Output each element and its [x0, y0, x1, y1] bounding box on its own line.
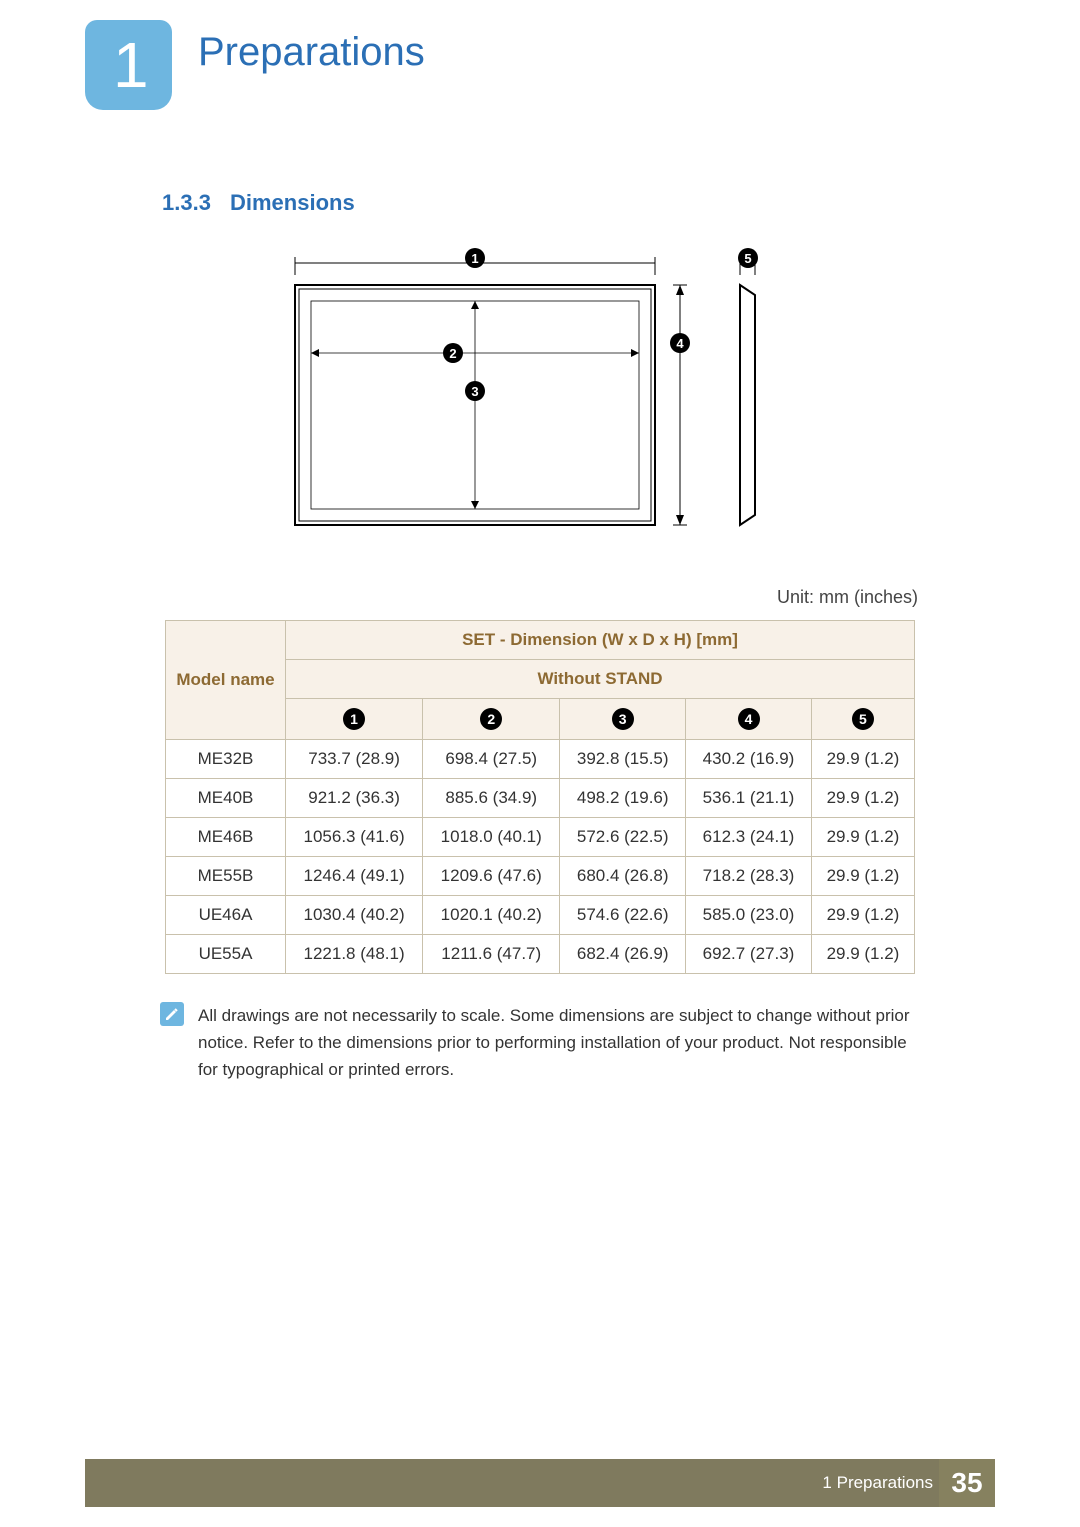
- table-cell: 698.4 (27.5): [423, 740, 560, 779]
- diagram-marker-5: 5: [738, 248, 758, 268]
- table-cell: 692.7 (27.3): [686, 935, 812, 974]
- footer-bar: 1 Preparations 35: [85, 1459, 995, 1507]
- table-cell: 29.9 (1.2): [811, 935, 914, 974]
- th-col-1: 1: [286, 699, 423, 740]
- note-pencil-icon: [160, 1002, 184, 1026]
- table-cell: ME55B: [166, 857, 286, 896]
- table-cell: 1209.6 (47.6): [423, 857, 560, 896]
- table-cell: 498.2 (19.6): [560, 779, 686, 818]
- diagram-marker-2: 2: [443, 343, 463, 363]
- table-cell: 29.9 (1.2): [811, 857, 914, 896]
- table-cell: ME40B: [166, 779, 286, 818]
- table-cell: 612.3 (24.1): [686, 818, 812, 857]
- table-cell: 682.4 (26.9): [560, 935, 686, 974]
- diagram-marker-1: 1: [465, 248, 485, 268]
- table-cell: 430.2 (16.9): [686, 740, 812, 779]
- table-cell: 1020.1 (40.2): [423, 896, 560, 935]
- table-body: ME32B733.7 (28.9)698.4 (27.5)392.8 (15.5…: [166, 740, 915, 974]
- table-cell: 29.9 (1.2): [811, 896, 914, 935]
- table-cell: 392.8 (15.5): [560, 740, 686, 779]
- svg-text:3: 3: [471, 384, 478, 399]
- table-cell: UE46A: [166, 896, 286, 935]
- dimensions-table: Model name SET - Dimension (W x D x H) […: [165, 620, 915, 974]
- subsection-number: 1.3.3: [162, 190, 211, 216]
- chapter-number: 1: [113, 28, 149, 102]
- svg-text:2: 2: [449, 346, 456, 361]
- chapter-title: Preparations: [198, 30, 425, 75]
- th-without-stand: Without STAND: [286, 660, 915, 699]
- th-col-4: 4: [686, 699, 812, 740]
- table-cell: 1221.8 (48.1): [286, 935, 423, 974]
- table-cell: 885.6 (34.9): [423, 779, 560, 818]
- svg-text:5: 5: [744, 251, 751, 266]
- table-cell: 1056.3 (41.6): [286, 818, 423, 857]
- table-cell: 1211.6 (47.7): [423, 935, 560, 974]
- diagram-marker-3: 3: [465, 381, 485, 401]
- table-row: ME32B733.7 (28.9)698.4 (27.5)392.8 (15.5…: [166, 740, 915, 779]
- th-col-3: 3: [560, 699, 686, 740]
- table-cell: 1246.4 (49.1): [286, 857, 423, 896]
- table-row: ME55B1246.4 (49.1)1209.6 (47.6)680.4 (26…: [166, 857, 915, 896]
- table-cell: 536.1 (21.1): [686, 779, 812, 818]
- table-cell: 29.9 (1.2): [811, 818, 914, 857]
- unit-label: Unit: mm (inches): [777, 587, 918, 608]
- table-row: ME40B921.2 (36.3)885.6 (34.9)498.2 (19.6…: [166, 779, 915, 818]
- svg-text:1: 1: [471, 251, 478, 266]
- table-cell: 680.4 (26.8): [560, 857, 686, 896]
- table-cell: 574.6 (22.6): [560, 896, 686, 935]
- diagram-marker-4: 4: [670, 333, 690, 353]
- footer-page-number-box: 35: [939, 1459, 995, 1507]
- table-row: UE46A1030.4 (40.2)1020.1 (40.2)574.6 (22…: [166, 896, 915, 935]
- chapter-tab: 1: [85, 20, 172, 110]
- th-col-2: 2: [423, 699, 560, 740]
- table-cell: 29.9 (1.2): [811, 779, 914, 818]
- table-cell: 1030.4 (40.2): [286, 896, 423, 935]
- table-cell: UE55A: [166, 935, 286, 974]
- table-cell: ME32B: [166, 740, 286, 779]
- th-model-name: Model name: [166, 621, 286, 740]
- footer-page-number: 35: [951, 1467, 982, 1499]
- table-cell: 733.7 (28.9): [286, 740, 423, 779]
- table-row: ME46B1056.3 (41.6)1018.0 (40.1)572.6 (22…: [166, 818, 915, 857]
- table-cell: 718.2 (28.3): [686, 857, 812, 896]
- svg-text:4: 4: [676, 336, 684, 351]
- table-cell: ME46B: [166, 818, 286, 857]
- table-cell: 585.0 (23.0): [686, 896, 812, 935]
- table-cell: 921.2 (36.3): [286, 779, 423, 818]
- th-set-dimension: SET - Dimension (W x D x H) [mm]: [286, 621, 915, 660]
- table-cell: 29.9 (1.2): [811, 740, 914, 779]
- dimensions-diagram: 1 2 3 4 5: [285, 245, 795, 535]
- note-container: All drawings are not necessarily to scal…: [160, 1002, 920, 1084]
- subsection-title: Dimensions: [230, 190, 355, 216]
- note-text: All drawings are not necessarily to scal…: [198, 1002, 920, 1084]
- table-cell: 1018.0 (40.1): [423, 818, 560, 857]
- th-col-5: 5: [811, 699, 914, 740]
- footer-chapter-ref: 1 Preparations: [822, 1473, 933, 1493]
- table-row: UE55A1221.8 (48.1)1211.6 (47.7)682.4 (26…: [166, 935, 915, 974]
- table-cell: 572.6 (22.5): [560, 818, 686, 857]
